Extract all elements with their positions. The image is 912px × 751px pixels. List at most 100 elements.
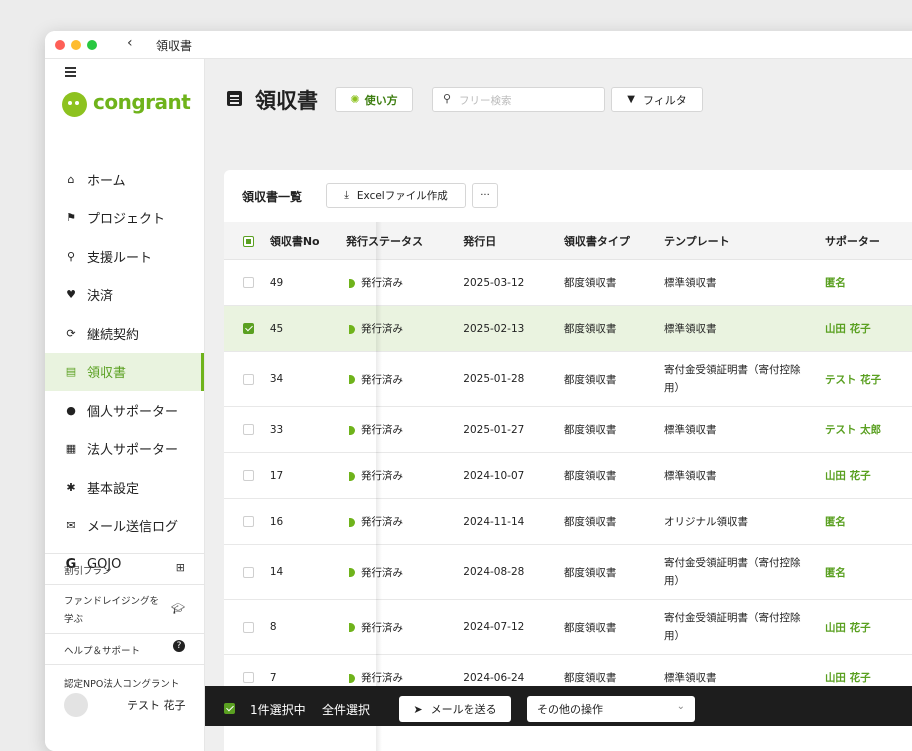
sidebar-learn-fundraising[interactable]: ファンドレイジングを 学ぶ 🎓︎: [45, 584, 204, 634]
sidebar-item-receipt[interactable]: ▤ 領収書: [45, 352, 204, 391]
select-all-checkbox[interactable]: [243, 235, 254, 247]
supporter-cell[interactable]: 山田 花子: [814, 599, 912, 655]
supporter-cell[interactable]: 匿名: [814, 259, 912, 306]
row-select-cell[interactable]: [224, 259, 270, 306]
receipt-table: 領収書No 発行ステータス 発行日 領収書タイプ テンプレート サポーター 49…: [224, 222, 912, 701]
supporter-cell-text[interactable]: テスト 太郎: [825, 424, 881, 436]
sidebar-item-mail[interactable]: ✉ メール送信ログ: [45, 507, 204, 546]
supporter-cell[interactable]: テスト 花子: [814, 351, 912, 407]
receipt-no-cell[interactable]: 33: [269, 406, 352, 453]
row-select-cell[interactable]: [224, 498, 270, 545]
type-cell-text: 都度領収書: [563, 516, 617, 528]
row-checkbox[interactable]: [243, 672, 254, 683]
row-select-cell[interactable]: [224, 544, 270, 600]
supporter-cell-text[interactable]: 匿名: [825, 516, 846, 528]
receipt-no-cell[interactable]: 8: [269, 599, 352, 655]
hamburger-menu-icon[interactable]: [65, 67, 76, 79]
close-window-button[interactable]: [55, 40, 65, 50]
sidebar-item-gear[interactable]: ✱ 基本設定: [45, 468, 204, 507]
table-row[interactable]: 16 発行済み 2024-11-14 都度領収書 オリジナル領収書 匿名: [224, 498, 912, 545]
row-select-cell[interactable]: [224, 305, 270, 352]
supporter-cell[interactable]: テスト 太郎: [814, 406, 912, 453]
row-select-cell[interactable]: [224, 599, 270, 655]
column-header-type[interactable]: 領収書タイプ: [553, 222, 654, 260]
date-cell-text: 2024-10-07: [463, 469, 525, 482]
row-checkbox[interactable]: [243, 323, 254, 334]
search-input[interactable]: [457, 91, 601, 110]
table-row[interactable]: 17 発行済み 2024-10-07 都度領収書 標準領収書 山田 花子: [224, 452, 912, 499]
sidebar-help-support[interactable]: ヘルプ＆サポート ?: [45, 633, 204, 665]
row-select-cell[interactable]: [224, 452, 270, 499]
status-cell: 発行済み: [349, 452, 454, 499]
row-checkbox[interactable]: [243, 621, 254, 633]
question-circle-icon: ?: [173, 640, 185, 652]
type-cell-text: 都度領収書: [563, 566, 617, 579]
supporter-cell-text[interactable]: 匿名: [825, 567, 846, 579]
chevron-left-icon[interactable]: ‹: [127, 35, 133, 51]
type-cell-text: 都度領収書: [563, 323, 617, 335]
minimize-window-button[interactable]: [71, 40, 81, 50]
supporter-cell-text[interactable]: テスト 花子: [825, 374, 881, 386]
row-select-cell[interactable]: [224, 406, 270, 453]
sidebar: congrant ⌂ ホーム ⚑ プロジェクト ⚲ 支援ルート ♥ 決済 ⟳ 継続契約 ▤ 領収書 ● 個…: [45, 59, 205, 751]
table-row[interactable]: 8 発行済み 2024-07-12 都度領収書 寄付金受領証明書（寄付控除用） 山田 花子: [224, 599, 912, 655]
row-checkbox[interactable]: [243, 424, 254, 435]
sidebar-item-heart[interactable]: ♥ 決済: [45, 276, 204, 315]
supporter-cell[interactable]: 匿名: [814, 544, 912, 600]
receipt-no-cell[interactable]: 16: [269, 498, 352, 545]
receipt-no-cell[interactable]: 49: [269, 259, 352, 306]
type-cell-text: 都度領収書: [563, 424, 617, 436]
table-row[interactable]: 14 発行済み 2024-08-28 都度領収書 寄付金受領証明書（寄付控除用） 匿名: [224, 544, 912, 600]
status-badge: 発行済み: [361, 277, 404, 289]
search-box[interactable]: ⚲: [432, 87, 605, 112]
sidebar-discount-plan[interactable]: 割引プラン ⊞: [45, 553, 204, 585]
table-row[interactable]: 33 発行済み 2025-01-27 都度領収書 標準領収書 テスト 太郎: [224, 406, 912, 453]
other-actions-select[interactable]: その他の操作 ⌄: [527, 696, 695, 722]
sidebar-item-home[interactable]: ⌂ ホーム: [45, 160, 204, 199]
bulk-select-checkbox[interactable]: [224, 703, 235, 714]
row-checkbox[interactable]: [243, 373, 254, 385]
table-row[interactable]: 45 発行済み 2025-02-13 都度領収書 標準領収書 山田 花子: [224, 305, 912, 352]
send-mail-button[interactable]: ➤ メールを送る: [399, 696, 511, 722]
sidebar-item-repeat[interactable]: ⟳ 継続契約: [45, 314, 204, 353]
header-select-all[interactable]: [224, 222, 270, 260]
maximize-window-button[interactable]: [87, 40, 97, 50]
column-header-template[interactable]: テンプレート: [653, 222, 815, 260]
supporter-cell-text[interactable]: 山田 花子: [825, 672, 871, 684]
sidebar-item-person[interactable]: ● 個人サポーター: [45, 391, 204, 430]
supporter-cell-text[interactable]: 山田 花子: [825, 470, 871, 482]
receipt-no-cell[interactable]: 14: [269, 544, 352, 600]
receipt-no-cell[interactable]: 45: [269, 305, 352, 352]
column-header-no[interactable]: 領収書No: [269, 222, 352, 260]
supporter-cell[interactable]: 山田 花子: [814, 305, 912, 352]
supporter-cell-text[interactable]: 山田 花子: [825, 323, 871, 335]
column-header-status[interactable]: 発行ステータス: [346, 222, 454, 260]
template-cell: 寄付金受領証明書（寄付控除用）: [653, 544, 815, 600]
receipt-no-cell[interactable]: 17: [269, 452, 352, 499]
receipt-no-cell[interactable]: 34: [269, 351, 352, 407]
sidebar-item-flag[interactable]: ⚑ プロジェクト: [45, 199, 204, 238]
date-cell: 2024-11-14: [453, 498, 554, 545]
row-checkbox[interactable]: [243, 516, 254, 527]
column-header-date[interactable]: 発行日: [453, 222, 554, 260]
supporter-cell[interactable]: 匿名: [814, 498, 912, 545]
row-select-cell[interactable]: [224, 351, 270, 407]
supporter-cell[interactable]: 山田 花子: [814, 452, 912, 499]
row-checkbox[interactable]: [243, 470, 254, 481]
row-checkbox[interactable]: [243, 277, 254, 288]
more-options-button[interactable]: ···: [472, 183, 498, 208]
column-header-supporter[interactable]: サポーター: [814, 222, 912, 260]
sidebar-item-pin[interactable]: ⚲ 支援ルート: [45, 237, 204, 276]
supporter-cell-text[interactable]: 匿名: [825, 277, 846, 289]
how-to-use-button[interactable]: ✺ 使い方: [335, 87, 413, 112]
excel-export-button[interactable]: ⤓ Excelファイル作成: [326, 183, 466, 208]
row-checkbox[interactable]: [243, 566, 254, 578]
supporter-cell-text[interactable]: 山田 花子: [825, 622, 871, 634]
table-row[interactable]: 49 発行済み 2025-03-12 都度領収書 標準領収書 匿名: [224, 259, 912, 306]
logo-text: congrant: [93, 90, 191, 114]
sidebar-account[interactable]: 認定NPO法人コングラント テスト 花子: [45, 664, 204, 745]
table-row[interactable]: 34 発行済み 2025-01-28 都度領収書 寄付金受領証明書（寄付控除用） テスト …: [224, 351, 912, 407]
filter-button[interactable]: ▼ フィルタ: [611, 87, 703, 112]
sidebar-item-building[interactable]: ▦ 法人サポーター: [45, 430, 204, 469]
status-badge: 発行済み: [361, 323, 404, 335]
